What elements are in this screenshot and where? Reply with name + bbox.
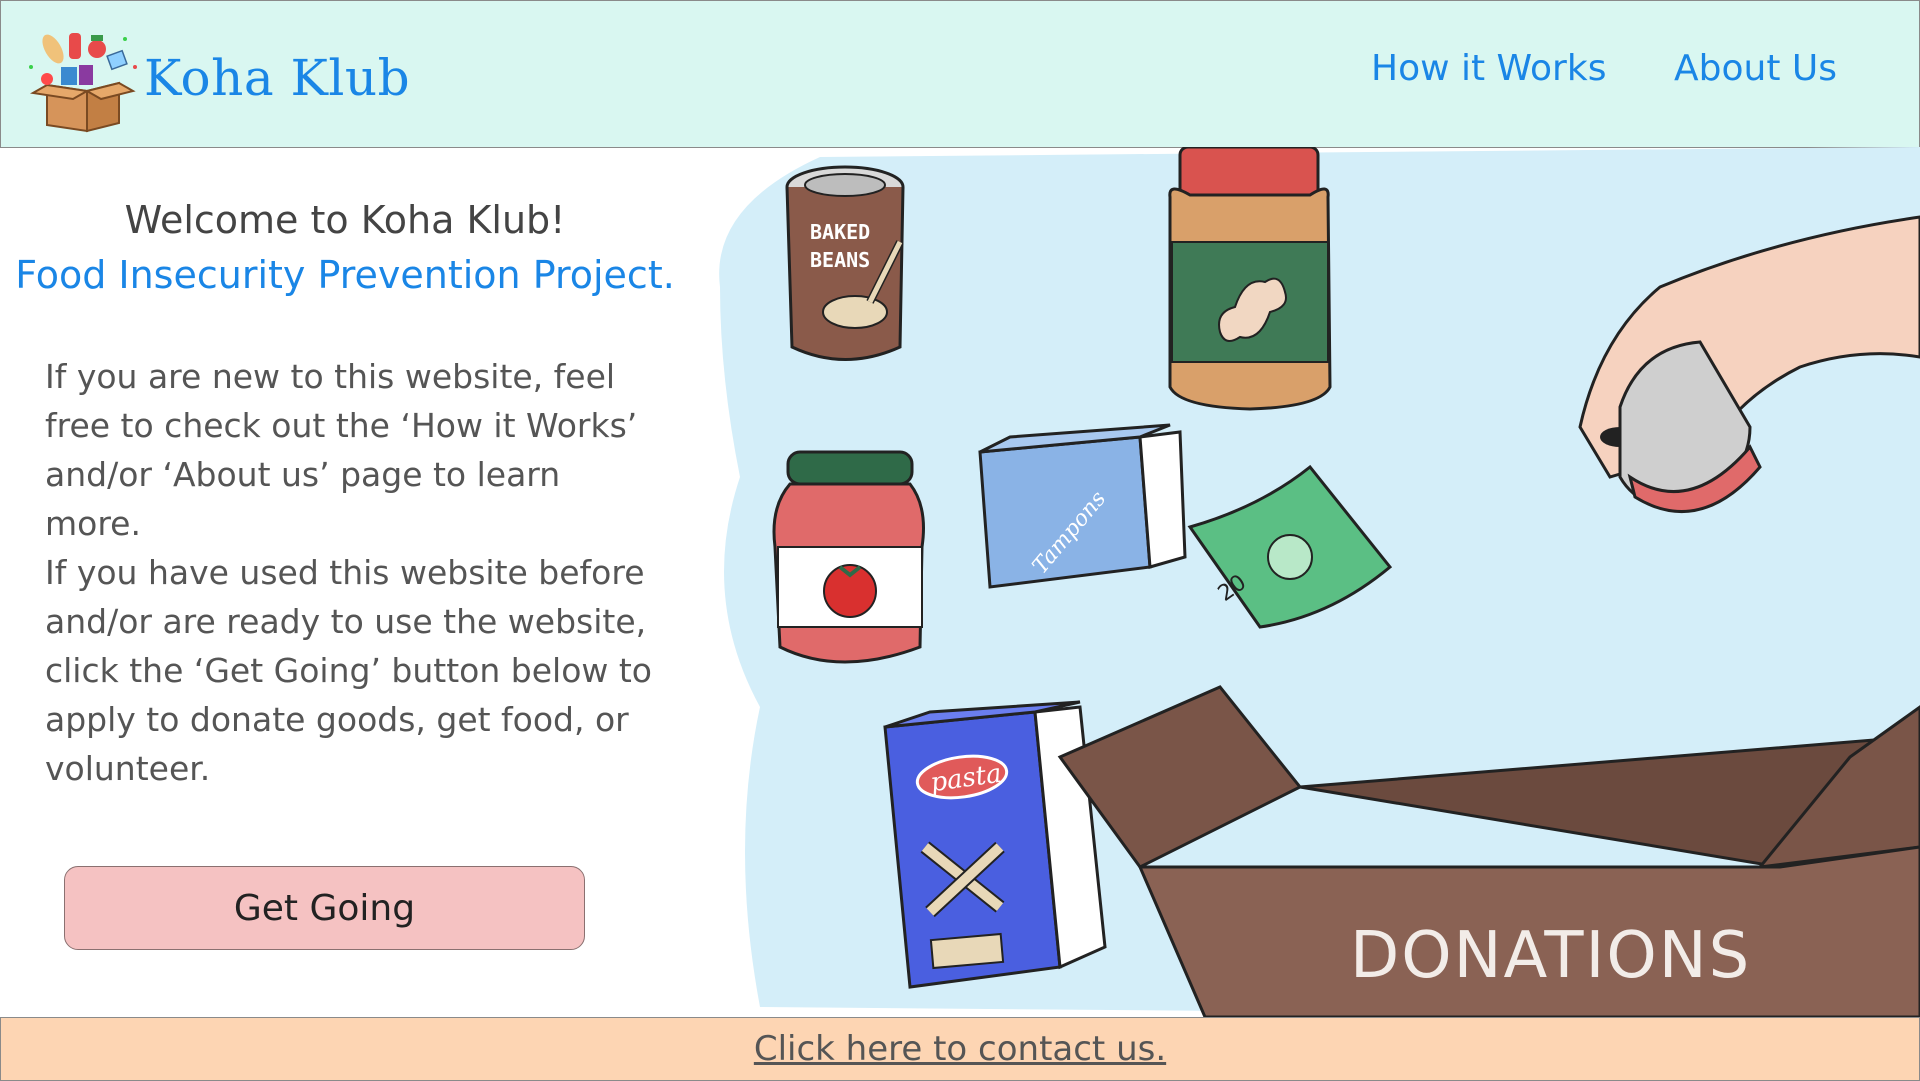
donation-box-label: DONATIONS	[1350, 919, 1751, 993]
footer-bar: Click here to contact us.	[0, 1017, 1920, 1081]
nav-link-about-us[interactable]: About Us	[1674, 51, 1837, 87]
project-subtitle: Food Insecurity Prevention Project.	[15, 253, 675, 297]
welcome-heading: Welcome to Koha Klub!	[124, 198, 566, 242]
brand-name[interactable]: Koha Klub	[144, 53, 410, 103]
pasta-box-icon: pasta	[883, 700, 1107, 989]
nav-link-how-it-works[interactable]: How it Works	[1371, 51, 1606, 87]
intro-paragraph-new-users: If you are new to this website, feel fre…	[45, 357, 638, 543]
get-going-button[interactable]: Get Going	[64, 866, 585, 950]
baked-beans-label-line2: BEANS	[810, 248, 870, 272]
baked-beans-label-line1: BAKED	[810, 220, 870, 244]
contact-us-link[interactable]: Click here to contact us.	[754, 1029, 1166, 1069]
tampons-box-icon: Tampons	[978, 423, 1187, 589]
intro-paragraph-returning-users: If you have used this website before and…	[45, 553, 652, 788]
tomato-sauce-jar-icon	[772, 450, 925, 664]
donations-illustration: BAKED BEANS Tampons 20 pasta DONATIONS	[719, 147, 1920, 1017]
baked-beans-can-icon: BAKED BEANS	[785, 165, 905, 361]
top-nav-bar: Koha Klub How it Works About Us	[0, 0, 1920, 148]
koha-klub-logo[interactable]	[25, 27, 143, 137]
peanut-butter-jar-icon	[1168, 147, 1332, 411]
